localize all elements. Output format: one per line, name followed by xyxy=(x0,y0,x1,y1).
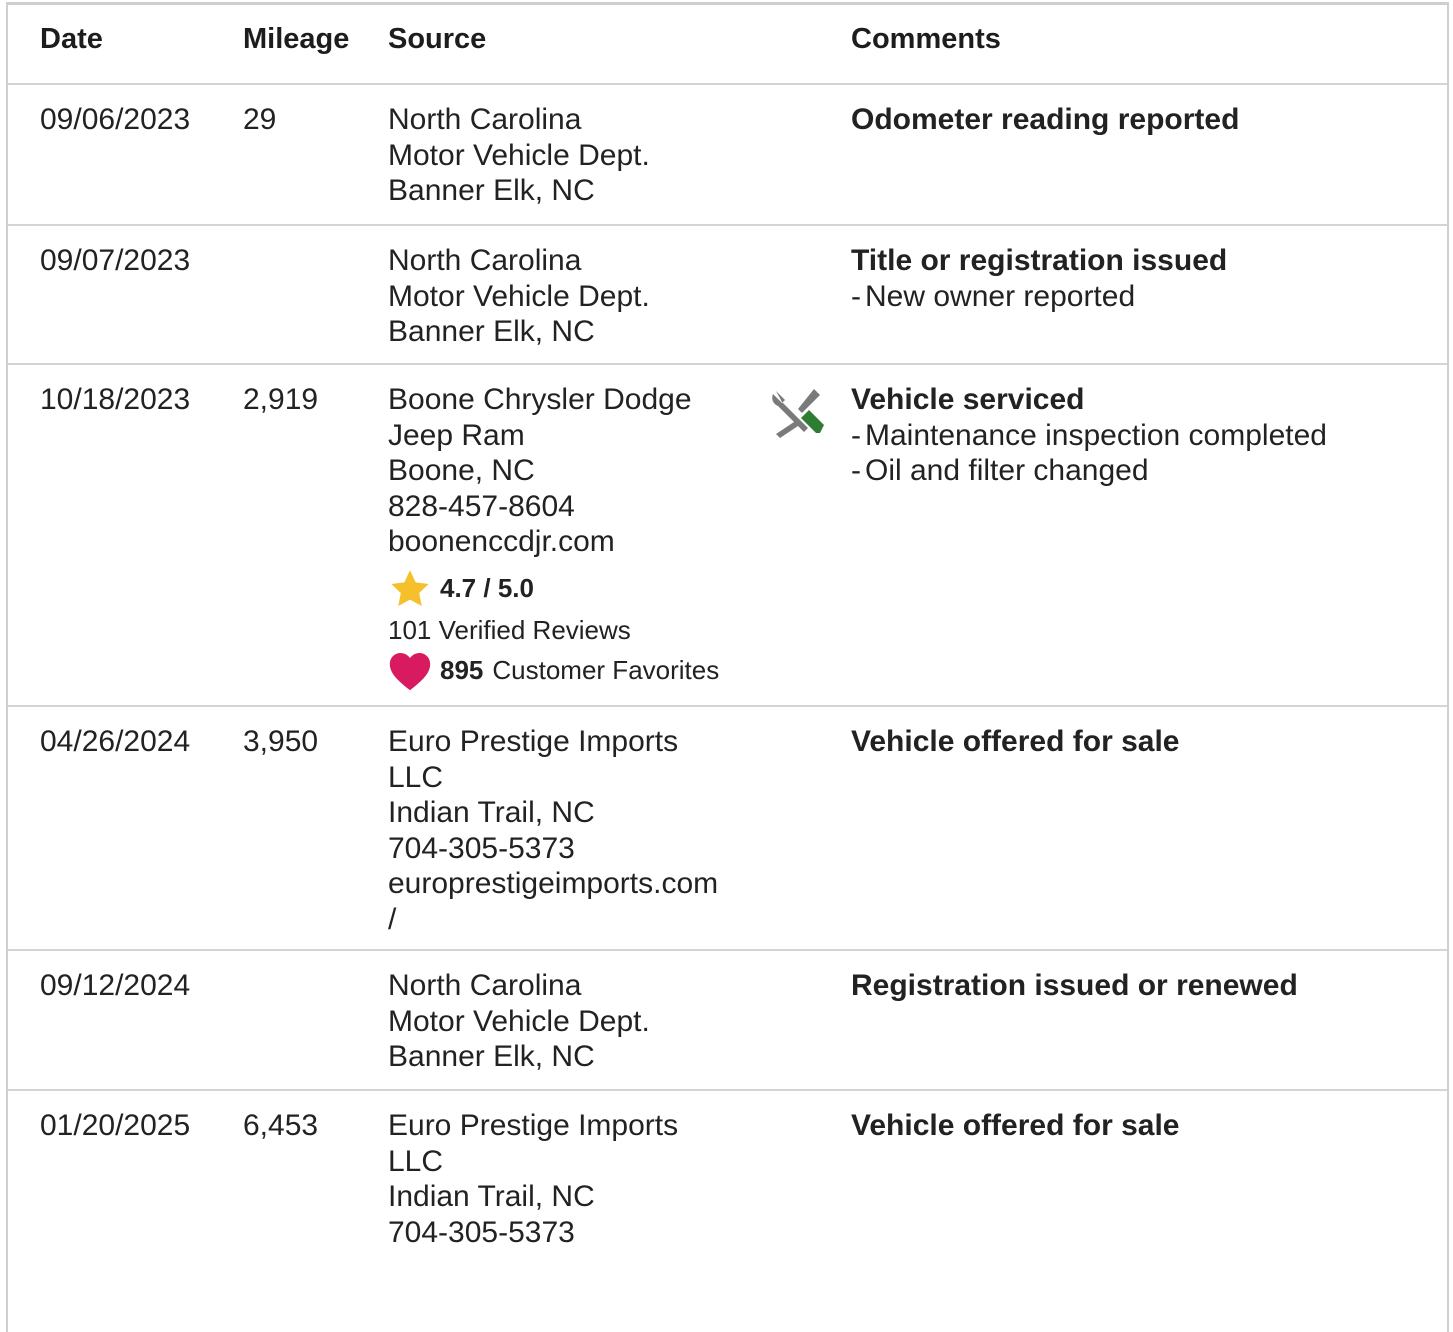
rating-value: 4.7 / 5.0 xyxy=(440,572,534,603)
dealer-rating: 4.7 / 5.0 xyxy=(388,568,768,610)
comment-title: Vehicle offered for sale xyxy=(851,1109,1180,1142)
source-line: / xyxy=(388,902,397,936)
service-wrench-screwdriver-icon xyxy=(772,389,824,438)
table-row: 09/06/2023 29 North Carolina Motor Vehic… xyxy=(8,85,1447,226)
customer-favorites: 895 Customer Favorites xyxy=(388,650,768,692)
header-source: Source xyxy=(388,23,487,55)
source-line: Euro Prestige Imports xyxy=(388,1109,679,1142)
header-mileage: Mileage xyxy=(243,23,350,55)
comment-item-text: Maintenance inspection completed xyxy=(865,418,1327,452)
source-line: North Carolina xyxy=(388,244,582,277)
heart-icon xyxy=(389,652,431,690)
row-source: North Carolina Motor Vehicle Dept. Banne… xyxy=(388,102,768,209)
source-phone: 704-305-5373 xyxy=(388,1215,575,1249)
row-source: North Carolina Motor Vehicle Dept. Banne… xyxy=(388,968,768,1075)
favorites-label: Customer Favorites xyxy=(492,654,720,685)
source-line: North Carolina xyxy=(388,103,582,136)
table-row: 09/07/2023 North Carolina Motor Vehicle … xyxy=(8,226,1447,365)
row-date: 10/18/2023 xyxy=(40,383,191,416)
table-header: Date Mileage Source Comments xyxy=(8,5,1447,85)
row-source: North Carolina Motor Vehicle Dept. Banne… xyxy=(388,243,768,350)
favorites-count: 895 xyxy=(440,654,484,685)
row-mileage: 6,453 xyxy=(243,1109,319,1142)
source-line: Indian Trail, NC xyxy=(388,1180,595,1213)
comment-item-text: New owner reported xyxy=(865,279,1136,313)
source-phone: 704-305-5373 xyxy=(388,831,575,865)
source-phone: 828-457-8604 xyxy=(388,489,575,523)
row-mileage: 2,919 xyxy=(243,383,319,416)
row-source: Euro Prestige Imports LLC Indian Trail, … xyxy=(388,724,768,937)
comment-title: Vehicle offered for sale xyxy=(851,725,1180,758)
row-comments: Registration issued or renewed xyxy=(851,968,1431,1004)
source-line: Indian Trail, NC xyxy=(388,796,595,829)
row-source: Boone Chrysler Dodge Jeep Ram Boone, NC … xyxy=(388,382,768,692)
source-line: Boone, NC xyxy=(388,454,535,487)
row-comments: Title or registration issued - New owner … xyxy=(851,243,1431,314)
source-line: LLC xyxy=(388,1144,444,1178)
row-date: 09/06/2023 xyxy=(40,103,191,136)
table-row: 04/26/2024 3,950 Euro Prestige Imports L… xyxy=(8,707,1447,951)
source-line: Banner Elk, NC xyxy=(388,315,595,348)
row-comments: Vehicle serviced - Maintenance inspection… xyxy=(851,382,1431,489)
source-line: Jeep Ram xyxy=(388,418,525,452)
table-row: 10/18/2023 2,919 Boone Chrysler Dodge Je… xyxy=(8,365,1447,707)
source-line: LLC xyxy=(388,760,444,794)
table-row: 09/12/2024 North Carolina Motor Vehicle … xyxy=(8,951,1447,1091)
row-mileage: 29 xyxy=(243,103,277,136)
row-date: 09/07/2023 xyxy=(40,244,191,277)
table-row: 01/20/2025 6,453 Euro Prestige Imports L… xyxy=(8,1091,1447,1321)
row-date: 09/12/2024 xyxy=(40,969,191,1002)
source-line: Banner Elk, NC xyxy=(388,174,595,207)
row-source: Euro Prestige Imports LLC Indian Trail, … xyxy=(388,1108,768,1250)
source-website-link[interactable]: europrestigeimports.com xyxy=(388,866,768,902)
comment-item: - Oil and filter changed xyxy=(851,454,1149,487)
comment-title: Vehicle serviced xyxy=(851,383,1085,416)
row-comments: Vehicle offered for sale xyxy=(851,724,1431,760)
source-website-link[interactable]: boonenccdjr.com xyxy=(388,524,768,560)
comment-item-text: Oil and filter changed xyxy=(865,454,1149,487)
verified-reviews-link[interactable]: 101 Verified Reviews xyxy=(388,610,768,650)
comment-title: Registration issued or renewed xyxy=(851,969,1298,1002)
source-line: Boone Chrysler Dodge xyxy=(388,383,692,416)
star-icon xyxy=(391,569,429,606)
source-line: Motor Vehicle Dept. xyxy=(388,1004,650,1038)
comment-title: Title or registration issued xyxy=(851,244,1228,277)
row-date: 04/26/2024 xyxy=(40,725,191,758)
comment-title: Odometer reading reported xyxy=(851,103,1240,136)
source-line: Motor Vehicle Dept. xyxy=(388,279,650,313)
row-comments: Vehicle offered for sale xyxy=(851,1108,1431,1144)
row-comments: Odometer reading reported xyxy=(851,102,1431,138)
comment-item: - New owner reported xyxy=(851,279,1136,313)
source-line: Banner Elk, NC xyxy=(388,1040,595,1073)
header-comments: Comments xyxy=(851,23,1001,55)
row-mileage: 3,950 xyxy=(243,725,319,758)
vehicle-history-table: Date Mileage Source Comments 09/06/2023 … xyxy=(6,2,1449,1332)
header-date: Date xyxy=(40,23,103,55)
row-date: 01/20/2025 xyxy=(40,1109,191,1142)
comment-item: - Maintenance inspection completed xyxy=(851,418,1327,452)
source-line: Euro Prestige Imports xyxy=(388,725,679,758)
source-line: Motor Vehicle Dept. xyxy=(388,138,650,172)
source-line: North Carolina xyxy=(388,969,582,1002)
